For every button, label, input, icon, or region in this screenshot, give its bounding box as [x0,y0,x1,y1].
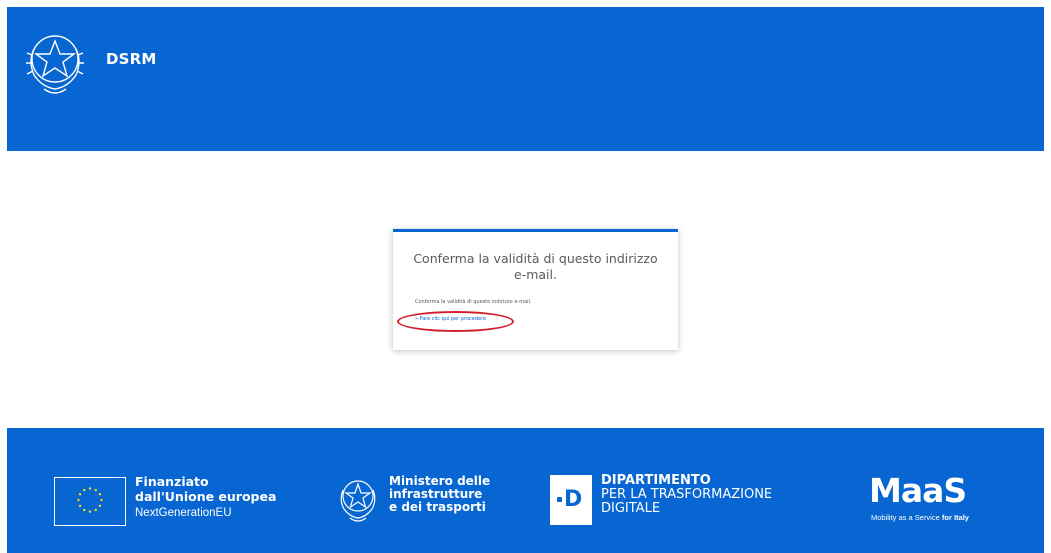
department-line2: PER LA TRASFORMAZIONE [601,487,773,502]
eu-funding-text: Finanziato dall'Unione europea NextGener… [135,474,276,521]
card-heading: Conferma la validità di questo indirizzo… [393,251,678,283]
card-body-text: Conferma la validità di questo indirizzo… [415,299,532,305]
email-confirmation-card: Conferma la validità di questo indirizzo… [393,229,678,350]
italian-republic-emblem-icon [26,35,84,94]
eu-line1: Finanziato [135,474,209,489]
ministry-line3: e dei trasporti [389,500,486,514]
ministry-emblem-icon [340,480,376,522]
department-line3: DIGITALE [601,501,661,516]
eu-line2: dall'Unione europea [135,489,277,504]
maas-subtitle-bold: for Italy [941,513,969,522]
card-heading-line1: Conferma la validità di questo indirizzo [413,251,658,266]
department-logo-dot [557,497,562,502]
department-line1: DIPARTIMENTO [601,473,711,488]
card-heading-line2: e-mail. [514,267,557,282]
department-logo: D [550,475,592,525]
department-text: DIPARTIMENTO PER LA TRASFORMAZIONE DIGIT… [601,474,772,516]
maas-subtitle: Mobility as a Service for Italy [871,513,969,522]
proceed-link[interactable]: » Fare clic qui per procedere [415,316,486,322]
app-title: DSRM [106,50,157,68]
department-logo-letter: D [564,487,583,512]
eu-line3: NextGenerationEU [135,507,232,519]
page-header: DSRM [7,7,1044,151]
eu-flag-icon [54,477,126,526]
maas-subtitle-prefix: Mobility as a Service [871,513,940,522]
maas-logo: MaaS Mobility as a Service for Italy [869,472,993,528]
maas-brand: MaaS [869,471,967,510]
ministry-text: Ministero delle infrastrutture e dei tra… [389,475,490,514]
page-footer: Finanziato dall'Unione europea NextGener… [7,428,1044,553]
